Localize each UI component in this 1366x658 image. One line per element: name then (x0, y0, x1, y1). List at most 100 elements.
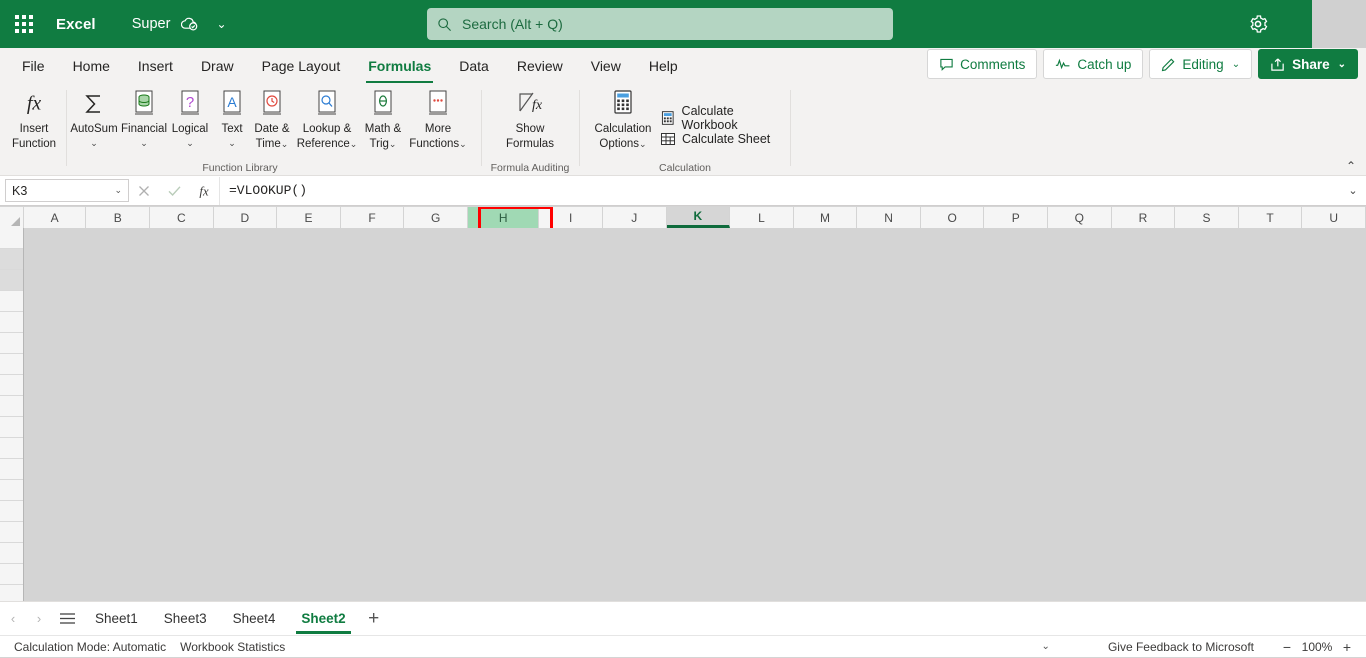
confirm-check-icon[interactable] (159, 177, 189, 205)
tab-insert[interactable]: Insert (124, 49, 187, 83)
catch-up-button[interactable]: Catch up (1043, 49, 1143, 79)
all-sheets-menu-icon[interactable] (52, 604, 82, 634)
column-header-U[interactable]: U (1302, 207, 1366, 228)
column-header-K[interactable]: K (667, 207, 731, 228)
row-header-cell[interactable] (0, 522, 23, 543)
text-button[interactable]: A Text ⌄ (213, 87, 251, 150)
row-header-cell[interactable] (0, 396, 23, 417)
tab-page-layout[interactable]: Page Layout (248, 49, 355, 83)
zoom-in-button[interactable]: + (1336, 639, 1358, 655)
column-header-H[interactable]: H (468, 207, 540, 228)
row-header-cell[interactable] (0, 333, 23, 354)
column-header-B[interactable]: B (86, 207, 150, 228)
sheet-tab-sheet2[interactable]: Sheet2 (288, 603, 358, 635)
tab-home[interactable]: Home (59, 49, 124, 83)
cancel-x-icon[interactable] (129, 177, 159, 205)
row-header-cell[interactable] (0, 249, 23, 270)
row-header-cell[interactable] (0, 459, 23, 480)
column-header-L[interactable]: L (730, 207, 794, 228)
tab-data[interactable]: Data (445, 49, 503, 83)
sheet-tab-sheet4[interactable]: Sheet4 (220, 603, 289, 635)
ribbon-group-function-library: fx Insert Function AutoSum ⌄ (0, 84, 480, 176)
row-header-cell[interactable] (0, 564, 23, 585)
column-header-G[interactable]: G (404, 207, 468, 228)
ribbon-collapse-chevron-up-icon[interactable]: ⌃ (1346, 159, 1356, 173)
previous-sheet-arrow-icon[interactable]: ‹ (0, 604, 26, 634)
logical-button[interactable]: ? Logical ⌄ (166, 87, 214, 150)
tab-help[interactable]: Help (635, 49, 692, 83)
comments-button[interactable]: Comments (927, 49, 1037, 79)
row-header-cell[interactable] (0, 312, 23, 333)
workbook-statistics-button[interactable]: Workbook Statistics (180, 640, 285, 654)
row-header-cell[interactable] (0, 501, 23, 522)
math-trig-button[interactable]: Math & Trig⌄ (360, 87, 406, 151)
row-header-cell[interactable] (0, 438, 23, 459)
zoom-level-label[interactable]: 100% (1298, 640, 1336, 654)
grid-canvas[interactable] (25, 228, 1366, 601)
more-functions-button[interactable]: More Functions⌄ (404, 87, 472, 151)
sheet-tab-sheet1[interactable]: Sheet1 (82, 603, 151, 635)
column-header-S[interactable]: S (1175, 207, 1239, 228)
zoom-out-button[interactable]: − (1276, 639, 1298, 655)
column-header-E[interactable]: E (277, 207, 341, 228)
calculation-mode-status[interactable]: Calculation Mode: Automatic (14, 640, 166, 654)
column-header-F[interactable]: F (341, 207, 405, 228)
lookup-reference-label-2-text: Reference (297, 138, 350, 150)
row-header-cell[interactable] (0, 354, 23, 375)
calculation-options-button[interactable]: Calculation Options⌄ (586, 87, 660, 151)
tab-review[interactable]: Review (503, 49, 577, 83)
column-header-C[interactable]: C (150, 207, 214, 228)
autosum-button[interactable]: AutoSum ⌄ (68, 87, 120, 150)
column-header-P[interactable]: P (984, 207, 1048, 228)
search-input[interactable]: Search (Alt + Q) (427, 8, 893, 40)
search-placeholder: Search (Alt + Q) (462, 16, 563, 32)
column-header-D[interactable]: D (214, 207, 278, 228)
column-header-Q[interactable]: Q (1048, 207, 1112, 228)
column-header-I[interactable]: I (539, 207, 603, 228)
column-header-O[interactable]: O (921, 207, 985, 228)
insert-function-fx-icon[interactable]: fx (189, 177, 219, 205)
lookup-reference-button[interactable]: Lookup & Reference⌄ (294, 87, 360, 151)
share-button[interactable]: Share ⌄ (1258, 49, 1358, 79)
column-header-J[interactable]: J (603, 207, 667, 228)
formula-input[interactable]: =VLOOKUP() (219, 177, 1340, 205)
tab-formulas[interactable]: Formulas (354, 49, 445, 83)
calculate-sheet-button[interactable]: Calculate Sheet (660, 131, 770, 147)
tab-view[interactable]: View (577, 49, 635, 83)
spreadsheet-grid[interactable]: A B C D E F G H I J K L M N O P Q R S T … (0, 207, 1366, 601)
give-feedback-button[interactable]: Give Feedback to Microsoft (1108, 640, 1254, 654)
financial-button[interactable]: Financial ⌄ (118, 87, 170, 150)
row-header-cell[interactable] (0, 585, 23, 601)
next-sheet-arrow-icon[interactable]: › (26, 604, 52, 634)
row-header-cell[interactable] (0, 543, 23, 564)
insert-function-button[interactable]: fx Insert Function (8, 87, 60, 151)
editing-button[interactable]: Editing ⌄ (1149, 49, 1252, 79)
row-header-cell[interactable] (0, 291, 23, 312)
column-header-N[interactable]: N (857, 207, 921, 228)
show-formulas-button[interactable]: fx Show Formulas (496, 87, 564, 151)
settings-gear-icon[interactable] (1246, 12, 1270, 36)
tab-draw[interactable]: Draw (187, 49, 248, 83)
app-launcher-icon[interactable] (0, 0, 48, 48)
select-all-corner[interactable] (0, 207, 24, 228)
date-time-button[interactable]: Date & Time⌄ (248, 87, 296, 151)
column-header-M[interactable]: M (794, 207, 858, 228)
status-bar-chevron-down-icon[interactable]: ⌄ (1042, 641, 1050, 652)
row-header-cell[interactable] (0, 417, 23, 438)
column-header-A[interactable]: A (24, 207, 87, 228)
column-header-T[interactable]: T (1239, 207, 1303, 228)
tab-file[interactable]: File (8, 49, 59, 83)
add-sheet-button[interactable]: + (359, 604, 389, 634)
sheet-tab-sheet3[interactable]: Sheet3 (151, 603, 220, 635)
row-header-cell[interactable] (0, 270, 23, 291)
row-header-cell[interactable] (0, 480, 23, 501)
document-name[interactable]: Super ⌄ (132, 16, 227, 32)
calculate-workbook-button[interactable]: Calculate Workbook (660, 104, 790, 132)
clock-icon (258, 87, 286, 121)
column-header-R[interactable]: R (1112, 207, 1176, 228)
document-chevron-down-icon[interactable]: ⌄ (216, 17, 226, 31)
row-header-cell[interactable] (0, 228, 23, 249)
row-header-cell[interactable] (0, 375, 23, 396)
name-box[interactable]: K3 ⌄ (5, 179, 129, 202)
formula-bar-expand-chevron-down-icon[interactable]: ⌄ (1340, 177, 1366, 205)
